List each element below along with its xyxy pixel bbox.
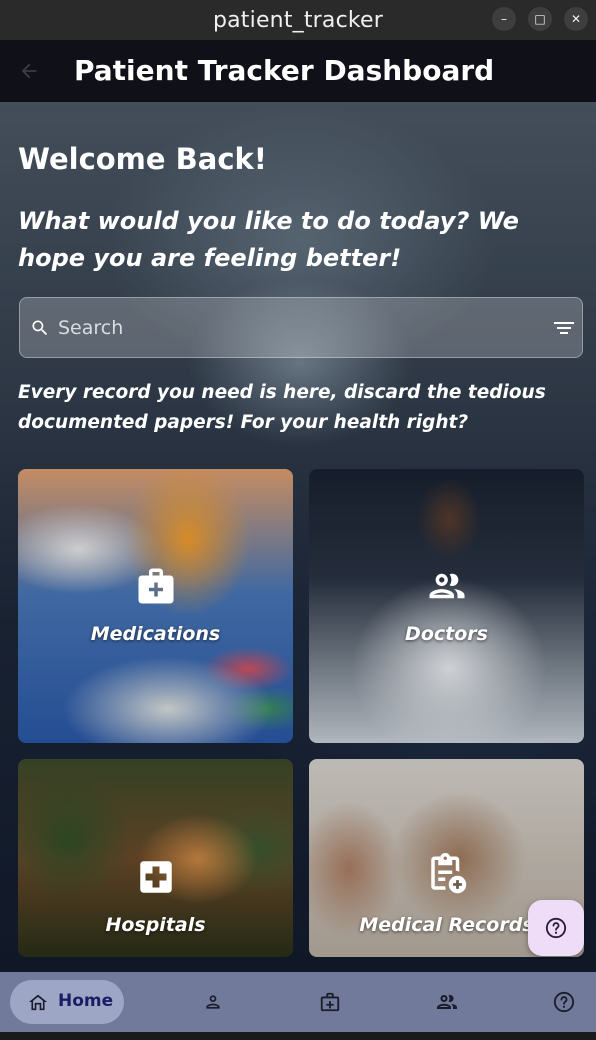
nav-home-label: Home [58, 991, 114, 1011]
nav-item-help[interactable] [550, 988, 578, 1016]
tile-label: Hospitals [105, 914, 206, 936]
medications-tile[interactable]: Medications [18, 469, 293, 743]
people-icon [429, 573, 465, 599]
help-icon [553, 991, 575, 1013]
tile-label: Medications [90, 623, 221, 645]
nav-item-doctors[interactable] [433, 988, 461, 1016]
welcome-heading: Welcome Back! [18, 142, 268, 176]
window-title: patient_tracker [212, 7, 384, 33]
person-icon [206, 995, 220, 1009]
app-bar: Patient Tracker Dashboard [0, 40, 596, 102]
help-icon [545, 917, 567, 939]
page-title: Patient Tracker Dashboard [74, 54, 495, 87]
window-controls: – □ ✕ [492, 7, 588, 31]
hospital-cross-icon [140, 861, 172, 893]
tagline-text: What would you like to do today? We hope… [18, 207, 519, 272]
maximize-button[interactable]: □ [528, 7, 552, 31]
close-button[interactable]: ✕ [564, 7, 588, 31]
search-input[interactable] [58, 308, 538, 348]
arrow-back-icon[interactable] [18, 60, 40, 82]
hospitals-tile[interactable]: Hospitals [18, 759, 293, 957]
minimize-button[interactable]: – [492, 7, 516, 31]
nav-item-medications[interactable] [316, 988, 344, 1016]
search-icon [32, 320, 48, 336]
nav-item-profile[interactable] [199, 988, 227, 1016]
window-bottom-edge [0, 1032, 596, 1040]
window-titlebar: patient_tracker – □ ✕ [0, 0, 596, 40]
filter-icon[interactable] [554, 320, 574, 336]
info-text: Every record you need is here, discard t… [18, 382, 546, 433]
search-bar[interactable] [19, 297, 583, 358]
medical-bag-icon [320, 992, 340, 1012]
medical-bag-icon [138, 568, 174, 604]
help-fab[interactable] [528, 900, 584, 956]
bottom-navigation: Home [0, 972, 596, 1032]
people-icon [437, 995, 457, 1009]
home-icon [29, 994, 47, 1011]
nav-item-home[interactable]: Home [10, 980, 124, 1024]
tile-label: Doctors [405, 623, 488, 645]
doctors-tile[interactable]: Doctors [309, 469, 584, 743]
clipboard-add-icon [431, 853, 467, 894]
